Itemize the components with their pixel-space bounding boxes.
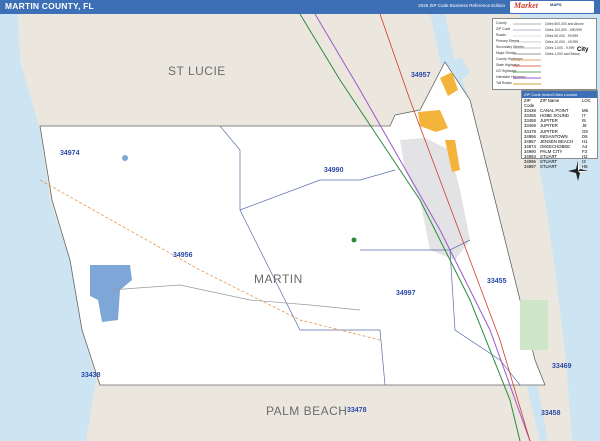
legend-item: ZIP Code — [496, 27, 511, 31]
publisher-logo: Market MAPS — [510, 1, 594, 13]
legend-city-item: Cities 100,000 - 499,999 — [545, 28, 582, 32]
small-lake — [122, 155, 128, 161]
zip-code: 34997 — [524, 164, 536, 170]
zip-index-title: ZIP Code Index/Cities Locator — [522, 91, 597, 98]
logo-sub-text: MAPS — [550, 2, 562, 7]
legend-city-item: Cities 50,000 - 99,999 — [545, 34, 579, 38]
county-label-martin: MARTIN — [254, 272, 303, 286]
legend-city-sample: City — [577, 47, 589, 53]
small-park — [351, 237, 357, 243]
county-label-st-lucie: ST LUCIE — [168, 64, 226, 78]
map-legend: County ZIP Code Roads Primary Streets Se… — [492, 18, 597, 90]
legend-city-item: Cities 10,000 - 49,999 — [545, 40, 579, 44]
title-bar: MARTIN COUNTY, FL 2025 ZIP Code Business… — [0, 0, 600, 14]
zip-index-header-name: ZIP Name — [540, 98, 560, 103]
logo-text: Market — [514, 1, 538, 10]
zip-label-33478: 33478 — [347, 407, 367, 414]
zip-label-33458: 33458 — [541, 410, 561, 417]
zip-label-33455: 33455 — [487, 278, 507, 285]
map-subtitle: 2025 ZIP Code Business Reference Edition — [418, 3, 505, 8]
zip-label-33469: 33469 — [552, 363, 572, 370]
zip-index-header-zip: ZIP Code — [524, 98, 535, 109]
zip-index-header: ZIP Code ZIP Name LOC — [522, 98, 597, 108]
legend-line-samples — [513, 23, 541, 85]
zip-label-34990: 34990 — [324, 167, 344, 174]
zip-index-header-loc: LOC — [582, 98, 591, 103]
zip-index-panel: ZIP Code Index/Cities Locator ZIP Code Z… — [521, 90, 598, 169]
zip-label-34974: 34974 — [60, 150, 80, 157]
map-title: MARTIN COUNTY, FL — [5, 1, 94, 11]
map-frame: MARTIN COUNTY, FL 2025 ZIP Code Business… — [0, 0, 600, 441]
zip-label-33438: 33438 — [81, 372, 101, 379]
compass-rose-icon — [568, 161, 588, 181]
legend-city-item: Cities 500,000 and Above — [545, 22, 584, 26]
legend-city-item: Cities 1,000 - 9,999 — [545, 46, 575, 50]
legend-city-item: Cities 1,000 and Below — [545, 52, 580, 56]
zip-label-34997: 34997 — [396, 290, 416, 297]
legend-item: Roads — [496, 33, 506, 37]
legend-item: County — [496, 21, 507, 25]
zip-label-34956: 34956 — [173, 252, 193, 259]
zip-label-34957: 34957 — [411, 72, 431, 79]
legend-item: Toll Roads — [496, 81, 512, 85]
state-park — [520, 300, 548, 350]
county-label-palm-beach: PALM BEACH — [266, 404, 348, 418]
